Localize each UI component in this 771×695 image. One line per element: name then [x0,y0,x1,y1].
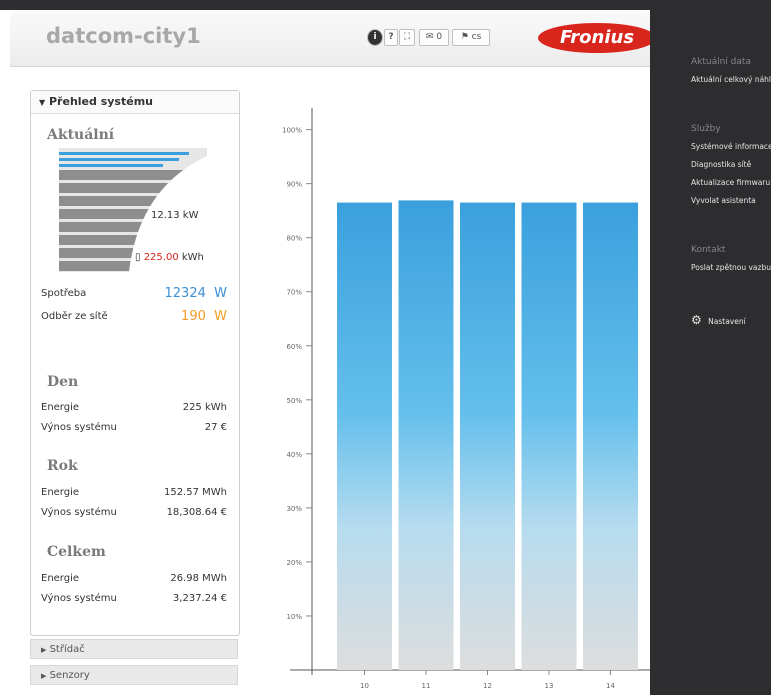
total-yield-value: 3,237.24 € [172,593,227,604]
y-tick-label: 40% [286,451,302,459]
total-heading: Celkem [47,544,106,560]
y-tick-label: 100% [282,127,302,135]
consumption-label: Spotřeba [41,288,87,299]
bar [521,202,577,670]
battery-icon: ▯ [135,252,144,263]
settings-button[interactable]: ⚙ Nastavení [691,313,746,327]
x-tick-label: 12 [483,682,492,690]
current-power: 12.13 kW [151,210,199,221]
y-tick-label: 30% [286,505,302,513]
fronius-logo: Fronius [538,23,650,53]
year-heading: Rok [47,458,78,474]
language-code: cs [471,32,482,42]
sidebar-item-current-overview[interactable]: Aktuální celkový náhl [691,75,771,84]
overview-header[interactable]: ▼ Přehled systému [31,91,239,114]
chevron-right-icon: ▶ [41,646,47,654]
right-sidebar: Aktuální data Aktuální celkový náhl Služ… [650,0,771,695]
consumption-value: 12324 W [164,286,227,301]
current-heading: Aktuální [47,127,115,143]
bar [460,202,515,670]
y-tick-label: 10% [286,613,302,621]
year-energy-label: Energie [41,487,80,498]
main-app: datcom-city1 i ? ⛶ ✉ 0 ⚑ cs Fronius ▼ Př… [10,10,650,695]
chevron-down-icon: ▼ [39,98,46,107]
sidebar-item-network-diagnostics[interactable]: Diagnostika sítě [691,160,751,169]
y-tick-label: 20% [286,559,302,567]
language-button[interactable]: ⚑ cs [452,29,490,46]
messages-button[interactable]: ✉ 0 [419,29,449,46]
sensors-label: Senzory [49,670,90,681]
day-energy-label: Energie [41,402,80,413]
bar [583,202,638,670]
help-icon[interactable]: ? [384,29,398,46]
total-yield-label: Výnos systému [41,593,117,604]
sidebar-section-services: Služby [691,124,721,134]
sidebar-item-system-info[interactable]: Systémové informace [691,142,771,151]
x-tick-label: 14 [606,682,615,690]
system-overview-panel: ▼ Přehled systému Aktuální 12.13 kW ▯ 22… [30,90,240,636]
sidebar-section-current: Aktuální data [691,57,751,67]
y-tick-label: 50% [286,397,302,405]
percentage-bar-chart: 10% 20% 30% 40% 50% 60% 70% 80% 90% 100% 10 11 12 13 1… [282,108,650,690]
chevron-right-icon: ▶ [41,672,47,680]
total-energy-label: Energie [41,573,80,584]
sidebar-item-feedback[interactable]: Poslat zpětnou vazbu [691,263,771,272]
x-tick-label: 11 [422,682,431,690]
site-title: datcom-city1 [46,24,201,48]
sidebar-item-firmware-update[interactable]: Aktualizace firmwaru [691,178,770,187]
inverter-panel[interactable]: ▶ Střídač [30,639,238,659]
x-tick-label: 13 [545,682,554,690]
sidebar-item-assistant[interactable]: Vyvolat asistenta [691,196,756,205]
year-yield-label: Výnos systému [41,507,117,518]
fullscreen-icon[interactable]: ⛶ [399,29,415,46]
y-tick-label: 70% [286,289,302,297]
day-heading: Den [47,374,79,390]
gear-icon: ⚙ [691,313,702,327]
day-yield-value: 27 € [204,422,227,433]
messages-count: 0 [436,32,443,42]
settings-label: Nastavení [708,317,746,326]
total-energy-value: 26.98 MWh [170,573,227,584]
day-yield-label: Výnos systému [41,422,117,433]
y-tick-label: 90% [286,181,302,189]
x-tick-label: 10 [360,682,369,690]
y-tick-label: 60% [286,343,302,351]
year-yield-value: 18,308.64 € [166,507,227,518]
overview-title: Přehled systému [49,95,153,108]
current-energy-unit: kWh [178,252,204,263]
grid-value: 190 W [181,309,227,324]
bar [398,200,454,670]
day-energy-value: 225 kWh [182,402,227,413]
current-energy-value: 225.00 [143,252,179,263]
sensors-panel[interactable]: ▶ Senzory [30,665,238,685]
sidebar-section-contact: Kontakt [691,245,726,255]
inverter-label: Střídač [49,644,85,655]
info-icon[interactable]: i [367,29,383,46]
flag-icon: ⚑ [460,32,469,42]
grid-label: Odběr ze sítě [41,311,108,322]
mail-icon: ✉ [425,32,434,42]
current-energy: ▯ 225.00 kWh [135,252,204,263]
bar [337,202,392,670]
header: datcom-city1 i ? ⛶ ✉ 0 ⚑ cs Fronius [10,10,650,67]
power-gauge: 12.13 kW ▯ 225.00 kWh [59,148,207,272]
year-energy-value: 152.57 MWh [163,487,227,498]
y-tick-label: 80% [286,235,302,243]
